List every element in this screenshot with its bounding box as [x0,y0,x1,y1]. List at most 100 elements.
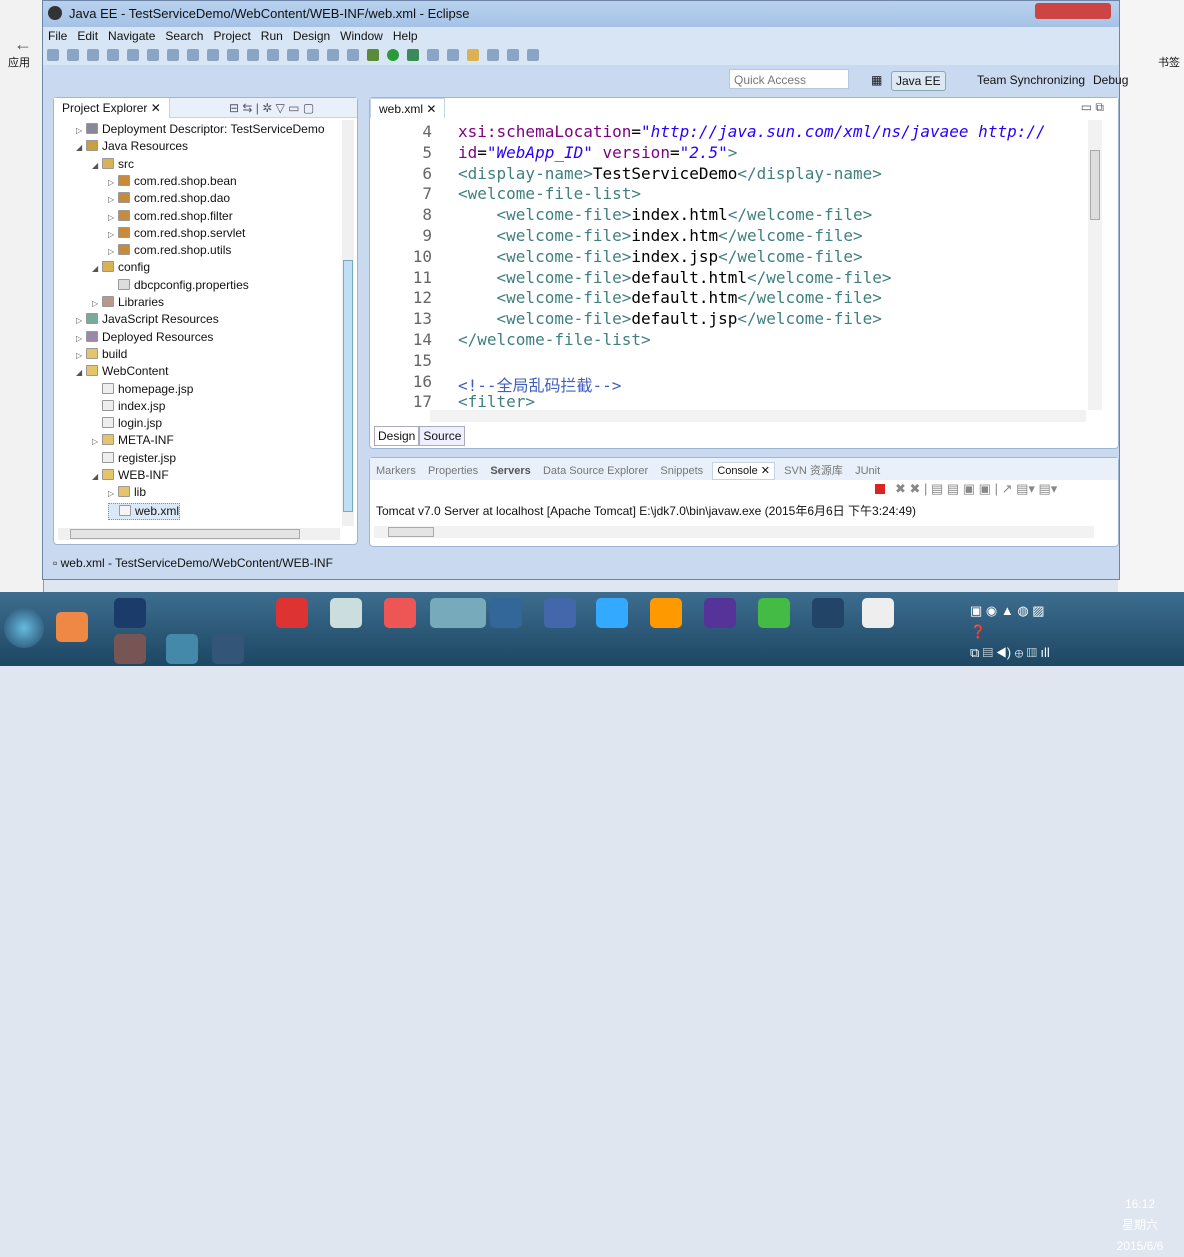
collapsed-arrow-icon[interactable]: ▷ [108,489,118,498]
code-line[interactable]: <display-name>TestServiceDemo</display-n… [458,164,882,183]
tab-web-xml[interactable]: web.xml ✕ [370,98,446,118]
run-icon[interactable] [387,49,399,61]
expanded-arrow-icon[interactable]: ◢ [92,161,102,170]
menu-run[interactable]: Run [261,27,283,43]
taskbar-app-icon[interactable] [544,598,576,628]
bookmark-apps[interactable]: 应用 [8,54,30,70]
taskbar-app-icon[interactable] [166,634,198,664]
search-icon[interactable] [487,49,499,61]
suspend-icon[interactable] [307,49,319,61]
collapsed-arrow-icon[interactable]: ▷ [108,178,118,187]
minimize-maximize-icons[interactable]: ▭ ⧉ [1081,100,1104,115]
svn-icon[interactable] [447,49,459,61]
toggle-mark-icon[interactable] [167,49,179,61]
menu-window[interactable]: Window [340,27,383,43]
eclipse-icon[interactable] [704,598,736,628]
code-line[interactable]: <welcome-file>default.html</welcome-file… [458,268,892,287]
tab-data-source-explorer[interactable]: Data Source Explorer [543,465,648,477]
open-folder-icon[interactable] [467,49,479,61]
tab-console[interactable]: Console ✕ [712,462,775,480]
save-icon[interactable] [67,49,79,61]
tree-item[interactable]: register.jsp [92,451,176,468]
tree-item[interactable]: ▷ com.red.shop.bean [108,174,237,191]
forward-icon[interactable] [527,49,539,61]
taskbar-app-icon[interactable] [330,598,362,628]
tab-markers[interactable]: Markers [376,465,416,477]
tree-item[interactable]: ◢ config [92,260,150,277]
back-icon[interactable] [507,49,519,61]
menu-edit[interactable]: Edit [77,27,98,43]
open-perspective-icon[interactable]: ▦ [867,71,886,89]
tree-item[interactable]: ◢ WEB-INF [92,468,169,485]
print-icon[interactable] [107,49,119,61]
tree-item[interactable]: index.jsp [92,399,165,416]
code-line[interactable]: <welcome-file>index.htm</welcome-file> [458,226,863,245]
start-button[interactable] [4,608,44,648]
collapsed-arrow-icon[interactable]: ▷ [76,351,86,360]
editor-horizontal-scrollbar[interactable] [430,410,1086,422]
step-icon[interactable] [267,49,279,61]
photoshop-icon[interactable] [114,598,146,628]
collapsed-arrow-icon[interactable]: ▷ [92,437,102,446]
tree-item[interactable]: ▷ build [76,347,127,364]
collapsed-arrow-icon[interactable]: ▷ [92,299,102,308]
scrollbar-thumb[interactable] [70,529,300,539]
expanded-arrow-icon[interactable]: ◢ [92,472,102,481]
expanded-arrow-icon[interactable]: ◢ [76,143,86,152]
collapsed-arrow-icon[interactable]: ▷ [108,247,118,256]
undo-icon[interactable] [227,49,239,61]
taskbar-app-icon[interactable] [812,598,844,628]
tab-properties[interactable]: Properties [428,465,478,477]
menu-navigate[interactable]: Navigate [108,27,155,43]
tab-design[interactable]: Design [374,426,420,446]
collapsed-arrow-icon[interactable]: ▷ [108,213,118,222]
debug-icon[interactable] [367,49,379,61]
tree-item[interactable]: ▷ com.red.shop.servlet [108,226,245,243]
open-task-icon[interactable] [147,49,159,61]
tab-snippets[interactable]: Snippets [660,465,703,477]
taskbar-app-icon[interactable] [212,634,244,664]
collapsed-arrow-icon[interactable]: ▷ [76,316,86,325]
tree-item[interactable]: ▷ JavaScript Resources [76,312,219,329]
save-all-icon[interactable] [87,49,99,61]
run-server-icon[interactable] [407,49,419,61]
tree-item[interactable]: ▷ com.red.shop.dao [108,191,230,208]
tree-item[interactable]: ◢ WebContent [76,364,169,381]
terminate-icon[interactable] [875,484,885,494]
tab-junit[interactable]: JUnit [855,465,880,477]
code-line[interactable]: <filter> [458,392,535,410]
code-line[interactable]: <welcome-file>index.html</welcome-file> [458,205,873,224]
quick-access-input[interactable]: Quick Access [729,69,849,89]
code-line[interactable]: <welcome-file>index.jsp</welcome-file> [458,247,863,266]
expanded-arrow-icon[interactable]: ◢ [76,368,86,377]
bookmarks-label[interactable]: 书签 [1158,54,1180,70]
horizontal-scrollbar[interactable] [58,528,340,540]
code-line[interactable]: <welcome-file>default.jsp</welcome-file> [458,309,882,328]
console-horizontal-scrollbar[interactable] [374,526,1094,538]
view-toolbar-icons[interactable]: ⊟ ⇆ | ✲ ▽ ▭ ▢ [229,101,314,115]
scrollbar-thumb[interactable] [388,527,434,537]
menu-search[interactable]: Search [165,27,203,43]
code-line[interactable]: <welcome-file-list> [458,184,641,203]
window-controls[interactable] [1035,3,1111,19]
back-arrow-icon[interactable]: ← [14,34,32,55]
tab-svn[interactable]: SVN 资源库 [784,465,843,477]
tree-item[interactable]: ◢ src [92,157,134,174]
tree-item[interactable]: ▷ lib [108,485,146,502]
scrollbar-thumb[interactable] [1090,150,1100,220]
console-toolbar-icons[interactable]: ✖ ✖ | ▤ ▤ ▣ ▣ | ↗ ▤▾ ▤▾ [895,481,1057,497]
tree-item[interactable]: ▷ META-INF [92,433,174,450]
collapsed-arrow-icon[interactable]: ▷ [108,195,118,204]
tree-item[interactable]: ▷ com.red.shop.utils [108,243,231,260]
resume-icon[interactable] [287,49,299,61]
code-line[interactable]: xsi:schemaLocation="http://java.sun.com/… [458,122,1046,141]
clock[interactable]: 16:12 星期六 2015/6/6 [1110,1194,1170,1257]
collapsed-arrow-icon[interactable]: ▷ [76,334,86,343]
tree-item[interactable]: ▷ Deployed Resources [76,330,213,347]
taskbar-app-icon[interactable] [56,612,88,642]
tree-item[interactable]: ◢ Java Resources [76,139,188,156]
tab-servers[interactable]: Servers [490,465,530,477]
perspective-debug[interactable]: Debug [1089,71,1132,89]
code-area[interactable]: 4 xsi:schemaLocation="http://java.sun.com… [370,120,1090,410]
scrollbar-thumb[interactable] [343,260,353,512]
